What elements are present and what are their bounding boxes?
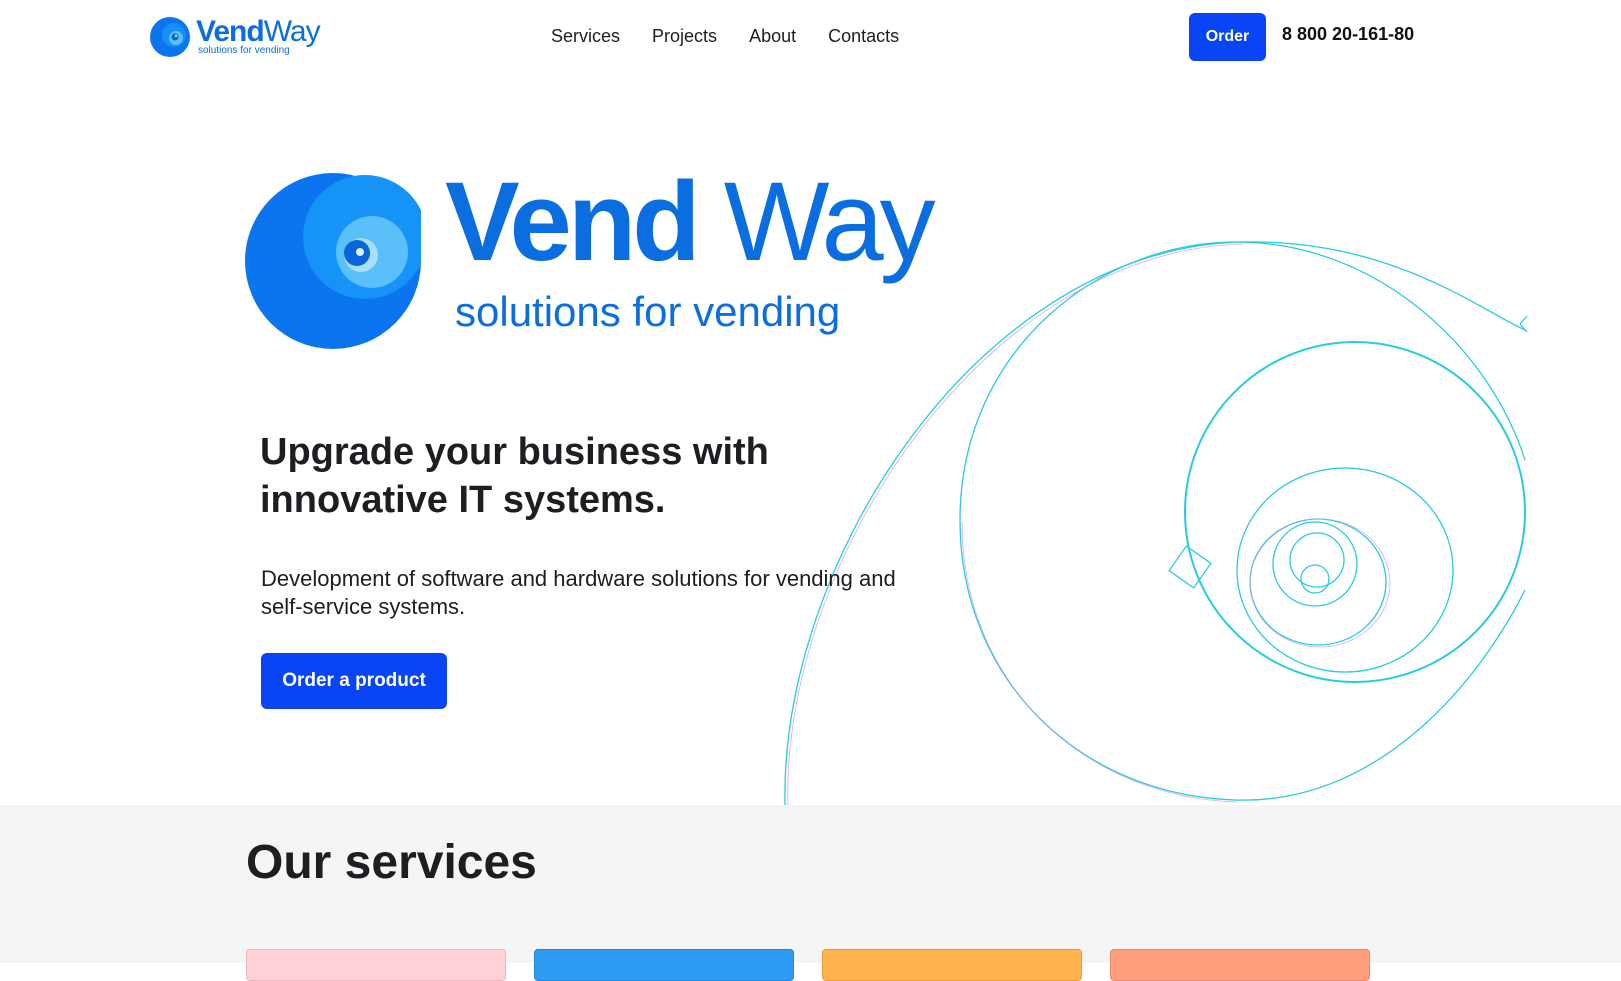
order-product-button[interactable]: Order a product — [261, 653, 447, 709]
service-card[interactable] — [246, 949, 506, 981]
service-card[interactable] — [534, 949, 794, 981]
nav-contacts[interactable]: Contacts — [828, 26, 899, 47]
hero-subline: Development of software and hardware sol… — [261, 566, 896, 619]
main-nav: Services Projects About Contacts — [551, 26, 931, 47]
service-card[interactable] — [822, 949, 1082, 981]
site-header: VendWay solutions for vending Services P… — [0, 0, 1621, 78]
site-logo[interactable]: VendWay solutions for vending — [150, 15, 321, 59]
logo-mark-icon — [150, 17, 190, 57]
logo-mark-icon — [245, 173, 421, 349]
order-button[interactable]: Order — [1189, 13, 1266, 61]
services-title: Our services — [246, 836, 537, 889]
services-section: Our services — [0, 805, 1621, 981]
phone-number[interactable]: 8 800 20-161-80 — [1282, 24, 1414, 45]
nav-services[interactable]: Services — [551, 26, 620, 47]
nav-about[interactable]: About — [749, 26, 796, 47]
nav-projects[interactable]: Projects — [652, 26, 717, 47]
hero-headline: Upgrade your business with innovative IT… — [260, 431, 769, 521]
service-card[interactable] — [1110, 949, 1370, 981]
logo-wordmark: VendWay — [196, 15, 321, 48]
logo-tagline: solutions for vending — [198, 45, 290, 56]
